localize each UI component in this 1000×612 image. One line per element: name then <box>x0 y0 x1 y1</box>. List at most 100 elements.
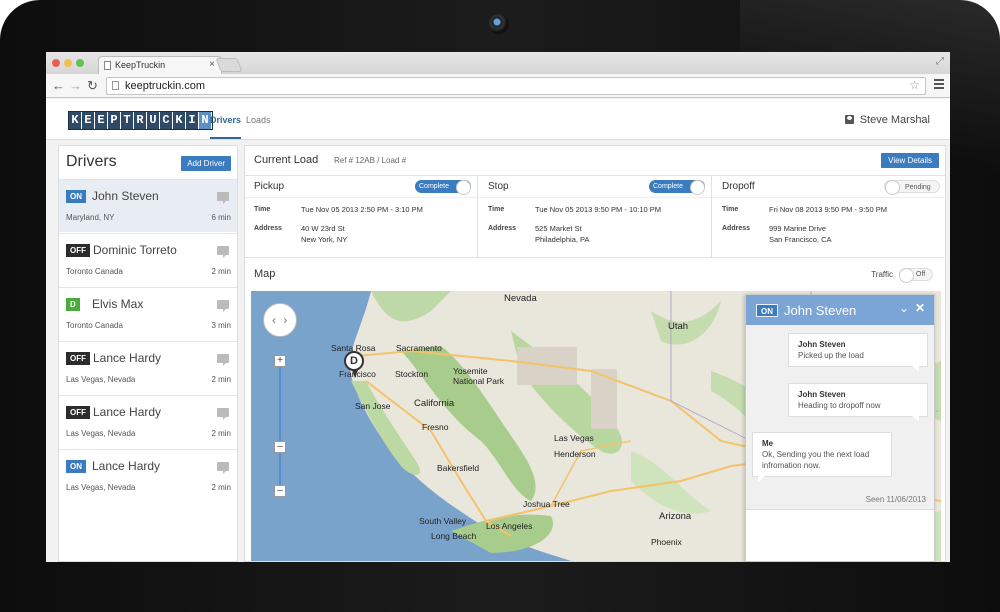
stop-status-toggle[interactable]: Complete <box>415 180 471 195</box>
view-details-button[interactable]: View Details <box>881 153 939 168</box>
message-icon[interactable] <box>217 354 229 366</box>
back-icon[interactable]: ← <box>52 78 65 94</box>
minimize-window-button[interactable] <box>64 59 72 67</box>
keeptruckin-logo[interactable]: KEEPTRUCKIN <box>68 111 213 130</box>
driver-list-item[interactable]: ON John Steven Maryland, NY 6 min <box>59 179 237 232</box>
stop-status-toggle[interactable]: Complete <box>649 180 705 195</box>
stop-address-line2: Philadelphia, PA <box>535 235 590 244</box>
user-menu[interactable]: Steve Marshal <box>844 114 930 126</box>
forward-icon[interactable]: → <box>69 78 82 94</box>
new-tab-button[interactable] <box>215 58 243 72</box>
browser-tab[interactable]: KeepTruckin × <box>98 56 222 74</box>
stop-dropoff: Dropoff Pending Time Fri Nov 08 2013 9:5… <box>713 176 946 258</box>
pan-control[interactable] <box>263 303 297 337</box>
url-input[interactable]: keeptruckin.com ☆ <box>106 77 926 95</box>
tab-close-icon[interactable]: × <box>209 59 215 70</box>
traffic-toggle[interactable]: Off <box>899 268 933 283</box>
driver-location-pin[interactable]: D <box>344 351 364 378</box>
url-text: keeptruckin.com <box>125 80 206 92</box>
laptop-frame: KeepTruckin × ⤢ ← → ↻ keeptruckin.com ☆ … <box>0 0 1000 612</box>
fullscreen-icon[interactable]: ⤢ <box>936 56 944 67</box>
map-label-nevada: Nevada <box>504 293 537 304</box>
driver-last-seen: 3 min <box>211 321 231 330</box>
close-icon[interactable]: ✕ <box>915 301 925 315</box>
stops-row: Pickup Complete Time Tue Nov 05 2013 2:5… <box>245 175 946 258</box>
zoom-slider-handle[interactable]: – <box>274 441 286 453</box>
map-title: Map <box>254 268 276 280</box>
message-icon[interactable] <box>217 300 229 312</box>
driver-list-item[interactable]: ON Lance Hardy Las Vegas, Nevada 2 min <box>59 449 237 502</box>
chat-message-input[interactable] <box>746 509 934 561</box>
map-label-yosemite: Yosemite <box>453 366 488 376</box>
stop-address-line1: 999 Marine Drive <box>769 224 827 233</box>
stop-header: Dropoff Pending <box>713 176 946 198</box>
time-label: Time <box>488 206 505 213</box>
driver-list-item[interactable]: OFF Lance Hardy Las Vegas, Nevada 2 min <box>59 395 237 448</box>
driver-status-badge: OFF <box>66 406 90 419</box>
chevron-down-icon[interactable]: ⌄ <box>899 301 909 315</box>
driver-last-seen: 2 min <box>211 267 231 276</box>
logo-letter: K <box>69 112 82 129</box>
nav-drivers[interactable]: Drivers <box>210 115 242 139</box>
message-icon[interactable] <box>217 408 229 420</box>
close-window-button[interactable] <box>52 59 60 67</box>
logo-letter: R <box>134 112 147 129</box>
driver-location: Las Vegas, Nevada <box>66 429 136 438</box>
map-label-stockton: Stockton <box>395 369 429 379</box>
driver-list-item[interactable]: D Elvis Max Toronto Canada 3 min <box>59 287 237 340</box>
zoom-in-button[interactable]: + <box>274 355 286 367</box>
bookmark-star-icon[interactable]: ☆ <box>909 78 920 92</box>
add-driver-button[interactable]: Add Driver <box>181 156 231 171</box>
stop-address-line2: New York, NY <box>301 235 348 244</box>
browser-menu-icon[interactable] <box>934 79 944 89</box>
zoom-out-button[interactable]: – <box>274 485 286 497</box>
chat-header: ON John Steven ⌄ ✕ <box>746 295 934 325</box>
map-label-utah: Utah <box>668 321 689 332</box>
driver-name: Lance Hardy <box>92 459 161 473</box>
driver-name: Lance Hardy <box>93 351 162 365</box>
page-icon <box>104 61 111 70</box>
stop-time: Fri Nov 08 2013 9:50 PM - 9:50 PM <box>769 205 887 214</box>
page-icon <box>112 81 119 90</box>
driver-name: Dominic Torreto <box>93 243 177 257</box>
map-label-bakersfield: Bakersfield <box>437 463 480 473</box>
zoom-slider-track[interactable] <box>279 361 281 491</box>
time-label: Time <box>722 206 739 213</box>
nav-loads[interactable]: Loads <box>246 115 271 125</box>
stop-status-toggle[interactable]: Pending <box>884 180 940 195</box>
logo-letter: C <box>160 112 173 129</box>
message-icon[interactable] <box>217 462 229 474</box>
address-label: Address <box>722 225 751 232</box>
map-label-arizona: Arizona <box>659 511 692 522</box>
map-label-long-beach: Long Beach <box>431 531 477 541</box>
driver-location: Maryland, NY <box>66 213 115 222</box>
maximize-window-button[interactable] <box>76 59 84 67</box>
address-label: Address <box>488 225 517 232</box>
driver-location: Toronto Canada <box>66 321 123 330</box>
driver-status-badge: ON <box>66 190 86 203</box>
message-sender: John Steven <box>798 340 846 349</box>
message-icon[interactable] <box>217 192 229 204</box>
stop-address-line1: 525 Market St <box>535 224 582 233</box>
reload-icon[interactable]: ↻ <box>87 78 98 94</box>
driver-status-badge: ON <box>66 460 86 473</box>
map-label-phoenix: Phoenix <box>651 537 682 547</box>
stop-stop: Stop Complete Time Tue Nov 05 2013 9:50 … <box>479 176 712 258</box>
app-header: KEEPTRUCKIN Drivers Loads Steve Marshal <box>46 99 950 140</box>
driver-list-item[interactable]: OFF Lance Hardy Las Vegas, Nevada 2 min <box>59 341 237 394</box>
chat-driver-name: John Steven <box>784 303 857 318</box>
time-label: Time <box>254 206 271 213</box>
stop-time: Tue Nov 05 2013 2:50 PM - 3:10 PM <box>301 205 423 214</box>
driver-location: Las Vegas, Nevada <box>66 375 136 384</box>
chat-window: ON John Steven ⌄ ✕ John Steven Picked up… <box>745 294 935 562</box>
stop-label: Stop <box>488 181 509 192</box>
window-controls <box>52 59 84 67</box>
message-text: Ok, Sending you the next load infromatio… <box>762 450 870 470</box>
chat-status-badge: ON <box>756 304 778 317</box>
load-reference: Ref # 12AB / Load # <box>334 156 407 165</box>
message-icon[interactable] <box>217 246 229 258</box>
map-label-joshua-tree: Joshua Tree <box>523 499 570 509</box>
driver-location: Toronto Canada <box>66 267 123 276</box>
driver-list-item[interactable]: OFF Dominic Torreto Toronto Canada 2 min <box>59 233 237 286</box>
driver-last-seen: 6 min <box>211 213 231 222</box>
